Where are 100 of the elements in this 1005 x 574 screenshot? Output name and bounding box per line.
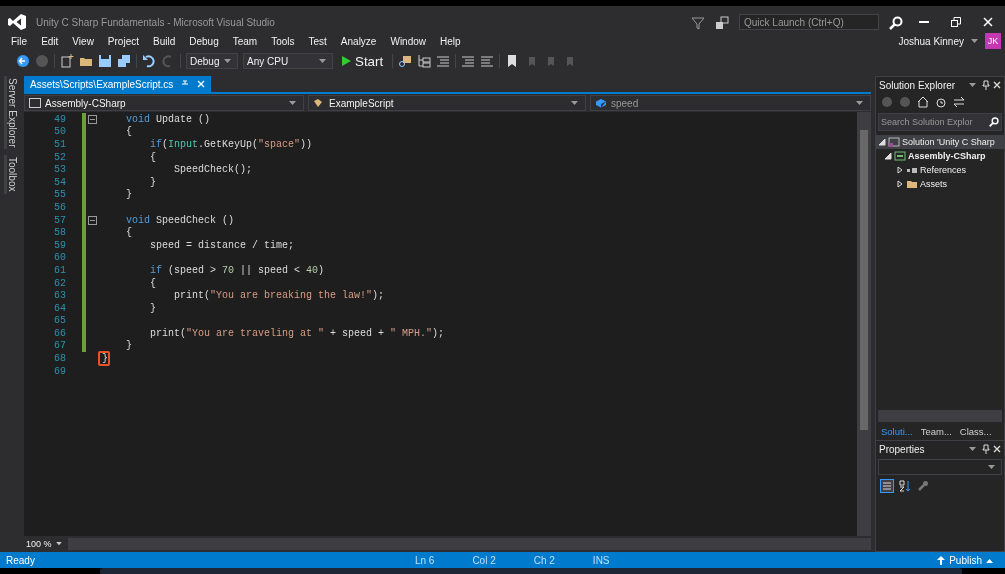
line-number: 50 [53,126,67,138]
wrench-icon[interactable] [916,479,930,493]
history-icon[interactable] [934,95,948,109]
caret-icon [319,58,326,64]
panel-title: Properties [879,443,926,455]
line-number: 62 [53,277,67,289]
type-dropdown[interactable]: ExampleScript [308,95,586,111]
menu-item[interactable]: Window [383,35,433,47]
member-dropdown[interactable]: speed [590,95,871,111]
sort-icon[interactable] [898,479,912,493]
close-icon[interactable] [993,81,1001,89]
line-number: 54 [53,176,67,188]
home-icon[interactable] [916,95,930,109]
caret-icon [969,82,976,88]
line-number: 52 [53,151,67,163]
code-line: { [149,276,157,291]
menu-item[interactable]: Analyze [333,35,384,47]
search-field[interactable]: Search Solution Explor [878,113,1002,131]
minimize-icon [919,21,929,23]
code-line: SpeedCheck(); [173,163,254,178]
status-text: Ready [6,554,35,566]
user-avatar[interactable]: JK [985,33,1001,49]
user-name[interactable]: Joshua Kinney [898,35,964,47]
code-line: { [125,226,133,241]
collapse-icon[interactable] [87,114,97,124]
menu-item[interactable]: Edit [34,35,66,47]
play-icon [342,56,351,66]
line-number: 57 [53,214,67,226]
menu-item[interactable]: Project [100,35,146,47]
tree-item[interactable]: Assets [876,177,1004,191]
menu-item[interactable]: View [65,35,101,47]
new-project-icon[interactable] [60,54,74,68]
line-number: 56 [53,201,67,213]
code-line: } [125,339,133,354]
filter-icon[interactable] [691,16,705,30]
categorized-icon[interactable] [880,479,894,493]
tree-item[interactable]: Solution 'Unity C Sharp [876,135,1004,149]
restore-icon [951,17,961,27]
menu-item[interactable]: File [4,35,35,47]
tree-item[interactable]: References [876,163,1004,177]
search-icon[interactable] [889,16,903,30]
code-line: if(Input.GetKeyUp("space")) [149,138,314,152]
configuration-dropdown[interactable]: Debug [186,53,238,69]
line-indicator: Ln 6 [414,554,435,566]
panel-tab[interactable]: Class... [956,425,995,437]
upload-arrow-icon [937,555,946,565]
save-all-icon[interactable] [117,54,131,68]
char-indicator: Ch 2 [533,554,555,566]
horizontal-scrollbar[interactable] [878,410,1002,422]
menu-item[interactable]: Help [433,35,468,47]
menu-item[interactable]: Team [225,35,265,47]
side-tab[interactable]: Server Explorer [4,76,18,150]
save-icon[interactable] [98,54,112,68]
tree-item[interactable]: Assembly-CSharp [876,149,1004,163]
search-icon[interactable] [989,117,999,127]
line-number: 69 [53,365,67,377]
caret-icon [571,100,578,106]
undo-icon[interactable] [142,54,156,68]
back-icon[interactable] [16,54,30,68]
close-icon[interactable] [993,445,1001,453]
code-line: { [149,150,157,165]
panel-tab[interactable]: Team... [917,425,955,437]
code-line: { [125,125,133,140]
list-icon[interactable] [436,54,451,68]
caret-icon [986,557,993,563]
zoom-dropdown[interactable]: 100 % [24,538,64,550]
column-indicator: Col 2 [472,554,496,566]
line-number: 65 [53,315,67,327]
menu-item[interactable]: Debug [182,35,226,47]
vertical-scrollbar[interactable] [857,112,871,536]
code-line: speed = distance / time; [149,238,296,253]
pin-icon[interactable] [982,80,990,90]
side-tab[interactable]: Toolbox [4,155,18,194]
project-dropdown[interactable]: Assembly-CSharp [24,95,304,111]
hierarchy-icon[interactable] [417,54,432,68]
feedback-icon[interactable] [715,16,729,30]
line-number: 68 [53,353,67,365]
line-number: 59 [53,239,67,251]
code-line: void SpeedCheck () [125,213,236,227]
class-icon [313,98,325,108]
sync-icon[interactable] [952,95,966,109]
start-button[interactable]: Start [338,53,388,69]
menu-item[interactable]: Tools [264,35,302,47]
pin-icon[interactable] [982,444,990,454]
code-line: } [149,175,157,190]
caret-icon [988,464,995,470]
line-number: 64 [53,302,67,314]
csharp-project-icon [29,98,41,108]
platform-dropdown[interactable]: Any CPU [243,53,333,69]
line-number: 53 [53,164,67,176]
collapse-icon[interactable] [87,215,97,225]
quick-launch-field[interactable]: Quick Launch (Ctrl+Q) [739,14,879,30]
line-number: 60 [53,252,67,264]
publish-button[interactable]: Publish [931,553,999,567]
line-number: 49 [53,113,67,125]
menu-item[interactable]: Build [146,35,183,47]
caret-icon [856,100,863,106]
caret-icon [969,446,976,452]
panel-title: Solution Explorer [879,79,957,91]
menu-item[interactable]: Test [301,35,334,47]
